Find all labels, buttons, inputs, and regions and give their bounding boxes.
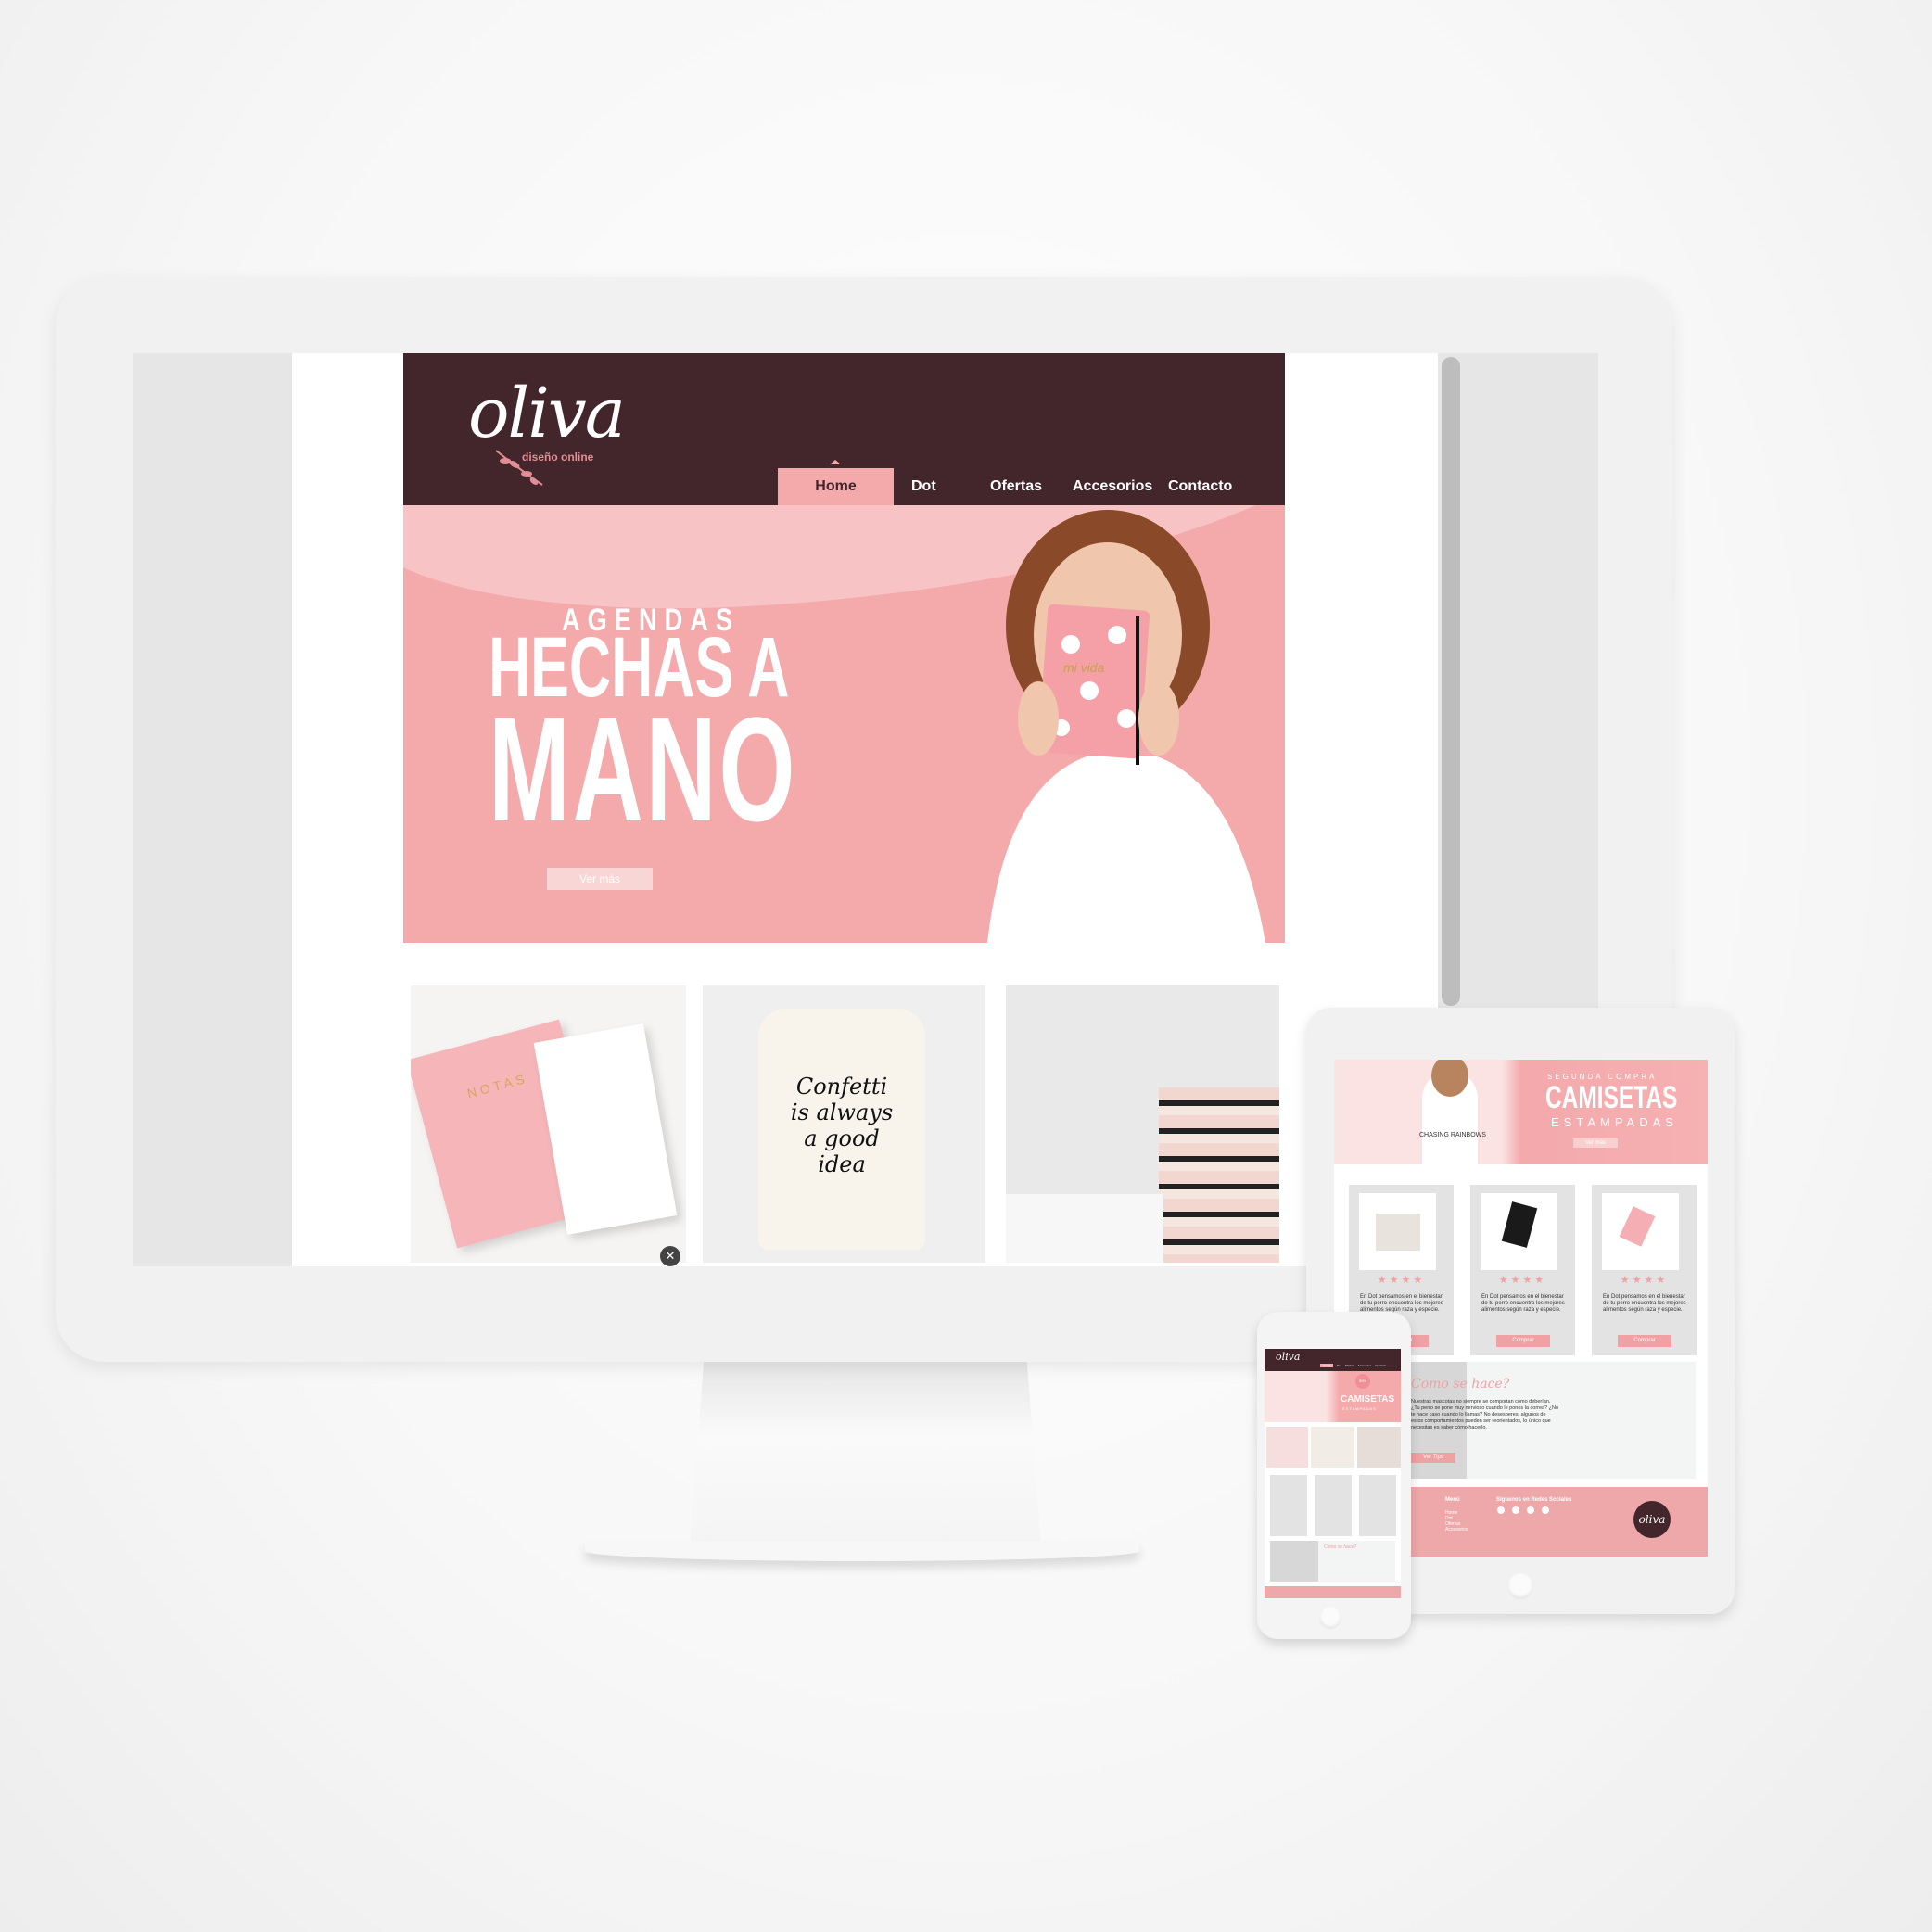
logo[interactable]: oliva: [468, 374, 626, 453]
tablet-home-button[interactable]: [1507, 1573, 1533, 1599]
site-header: oliva diseño online Home Dot Ofertas Acc…: [403, 353, 1285, 505]
scrollbar[interactable]: [1442, 357, 1460, 1006]
phone-card: [1270, 1475, 1307, 1536]
tablet-banner-subtitle: ESTAMPADAS: [1551, 1115, 1678, 1129]
product-description: En Dot pensamos en el bienestar de tu pe…: [1481, 1294, 1565, 1313]
star-rating: ★★★★: [1498, 1275, 1547, 1286]
phone-device: oliva Home Dot Ofertas Accesorios Contac…: [1257, 1312, 1411, 1639]
phone-nav-item[interactable]: Ofertas: [1345, 1364, 1354, 1367]
youtube-icon[interactable]: [1542, 1506, 1549, 1514]
footer-link[interactable]: Accesorios: [1445, 1527, 1468, 1532]
como-title: Como se hace?: [1411, 1377, 1510, 1392]
phone-banner-subtitle: ESTAMPADAS: [1342, 1406, 1377, 1411]
comprar-button[interactable]: Comprar: [1496, 1335, 1550, 1347]
phone-screen: oliva Home Dot Ofertas Accesorios Contac…: [1265, 1349, 1401, 1598]
tablet-ver-mas-button[interactable]: Ver más: [1573, 1138, 1618, 1148]
phone-logo: oliva: [1276, 1351, 1301, 1363]
social-icons: [1497, 1506, 1549, 1514]
phone-home-button[interactable]: [1319, 1607, 1341, 1629]
como-section: Como se hace? Nuestras mascotas no siemp…: [1390, 1362, 1696, 1479]
instagram-icon[interactable]: [1512, 1506, 1519, 1514]
hero-woman-image: mi vida: [987, 510, 1265, 943]
product-image-agenda[interactable]: [1602, 1193, 1679, 1270]
product-description: En Dot pensamos en el bienestar de tu pe…: [1603, 1294, 1686, 1313]
phone-como-section: Como se hace?: [1270, 1541, 1395, 1582]
phone-footer: [1265, 1586, 1401, 1598]
shirt-text: CHASING RAINBOWS: [1419, 1132, 1486, 1138]
ver-tips-button[interactable]: Ver Tips: [1411, 1453, 1455, 1463]
tablet-banner-title: CAMISETAS: [1545, 1080, 1678, 1115]
phone-card: [1315, 1475, 1352, 1536]
thumb-desk[interactable]: agendas: [1006, 985, 1279, 1263]
phone-card: [1359, 1475, 1396, 1536]
phone-thumb[interactable]: [1266, 1427, 1308, 1468]
facebook-icon[interactable]: [1497, 1506, 1505, 1514]
nav-accesorios[interactable]: Accesorios: [1073, 468, 1152, 505]
product-image-notebook[interactable]: [1481, 1193, 1557, 1270]
phone-nav-item[interactable]: Contacto: [1375, 1364, 1386, 1367]
discount-badge: 50%: [1355, 1374, 1370, 1389]
nav-ofertas[interactable]: Ofertas: [990, 468, 1042, 505]
footer-social-title: Síguenos en Redes Sociales: [1496, 1497, 1572, 1503]
thumb-notebooks[interactable]: NOTAS: [411, 985, 686, 1263]
product-image-pillow[interactable]: [1359, 1193, 1436, 1270]
twitter-icon[interactable]: [1527, 1506, 1534, 1514]
nav-contacto[interactable]: Contacto: [1168, 468, 1232, 505]
phone-nav-item[interactable]: Home: [1320, 1364, 1334, 1367]
product-card: ★★★★ En Dot pensamos en el bienestar de …: [1592, 1185, 1697, 1355]
tablet-banner: CHASING RAINBOWS SEGUNDA COMPRA CAMISETA…: [1334, 1060, 1708, 1164]
product-description: En Dot pensamos en el bienestar de tu pe…: [1360, 1294, 1443, 1313]
monitor-stand-base: [585, 1541, 1139, 1561]
thumb-bag[interactable]: Confetti is always a good idea: [703, 985, 985, 1263]
comprar-button[interactable]: Comprar: [1618, 1335, 1671, 1347]
footer-menu-title: Menú: [1445, 1497, 1460, 1503]
phone-thumb[interactable]: [1311, 1427, 1354, 1468]
phone-banner-title: CAMISETAS: [1341, 1394, 1395, 1405]
phone-nav-item[interactable]: Accesorios: [1358, 1364, 1372, 1367]
logo-tagline: diseño online: [522, 451, 594, 464]
phone-como-title: Como se hace?: [1324, 1544, 1357, 1550]
star-rating: ★★★★: [1377, 1275, 1426, 1286]
phone-nav-item[interactable]: Dot: [1337, 1364, 1341, 1367]
footer-menu: Home Dot Ofertas Accesorios: [1445, 1510, 1468, 1532]
phone-nav: Home Dot Ofertas Accesorios Contacto: [1320, 1364, 1386, 1367]
hero-title-big: MANO: [489, 686, 798, 852]
phone-header: oliva Home Dot Ofertas Accesorios Contac…: [1265, 1349, 1401, 1371]
star-rating: ★★★★: [1620, 1275, 1669, 1286]
product-card: ★★★★ En Dot pensamos en el bienestar de …: [1470, 1185, 1575, 1355]
ver-mas-button[interactable]: Ver más: [547, 868, 653, 890]
footer-logo: oliva: [1633, 1501, 1671, 1538]
thumb-label: Confetti is always a good idea: [790, 1074, 894, 1177]
hero-banner: mi vida AGENDAS HECHAS A MANO Ver más: [403, 505, 1285, 943]
nav-dot[interactable]: Dot: [911, 468, 936, 505]
monitor-stand-neck: [690, 1362, 1041, 1547]
phone-thumb[interactable]: [1357, 1427, 1401, 1468]
phone-banner: 50% CAMISETAS ESTAMPADAS: [1265, 1371, 1401, 1422]
close-icon[interactable]: ✕: [660, 1246, 680, 1266]
left-gutter: [133, 353, 292, 1266]
nav-home[interactable]: Home: [778, 460, 894, 505]
como-text: Nuestras mascotas no siempre se comporta…: [1411, 1399, 1559, 1430]
notebook-text: mi vida: [1063, 660, 1105, 675]
